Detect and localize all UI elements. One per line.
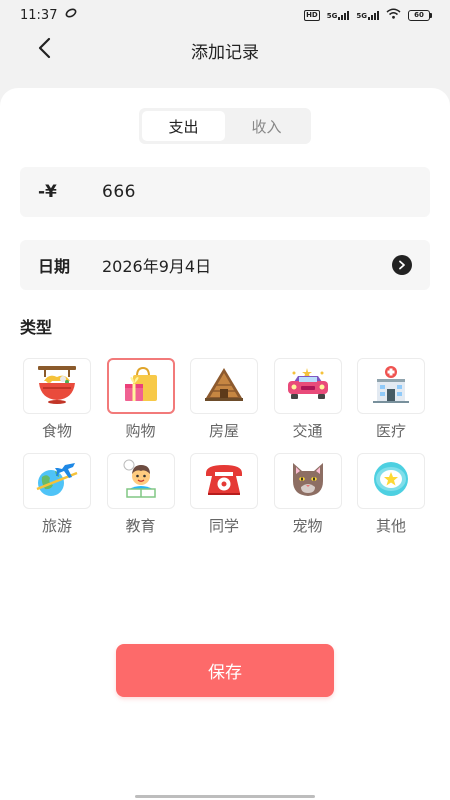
wifi-icon xyxy=(386,8,401,23)
category-classmate[interactable]: 同学 xyxy=(190,453,258,536)
date-label: 日期 xyxy=(38,257,71,276)
category-house[interactable]: 房屋 xyxy=(190,358,258,441)
cat-icon xyxy=(288,459,328,503)
category-box[interactable] xyxy=(106,453,175,509)
signal-label-2: 5G xyxy=(356,12,367,20)
header: 添加记录 xyxy=(0,30,450,70)
house-icon xyxy=(204,365,244,407)
category-box[interactable] xyxy=(357,358,425,414)
chevron-left-icon xyxy=(37,37,51,63)
save-button[interactable]: 保存 xyxy=(116,644,334,697)
category-pet[interactable]: 宠物 xyxy=(273,453,342,536)
form-card: 支出 收入 -¥ 666 日期 2026年9月4日 类型 食物 购物 房屋 交通… xyxy=(0,88,450,800)
date-value[interactable]: 2026年9月4日 xyxy=(102,253,392,277)
category-medical[interactable]: 医疗 xyxy=(357,358,425,441)
category-label: 同学 xyxy=(208,517,239,535)
shopping-bag-icon xyxy=(121,364,161,408)
category-label: 旅游 xyxy=(41,517,72,535)
category-travel[interactable]: 旅游 xyxy=(23,453,91,536)
car-icon xyxy=(285,366,331,406)
status-left: 11:37 xyxy=(20,7,77,23)
category-label: 购物 xyxy=(125,422,156,440)
category-box[interactable] xyxy=(357,453,425,509)
status-time: 11:37 xyxy=(20,7,58,23)
category-box[interactable] xyxy=(23,453,91,509)
category-box[interactable] xyxy=(273,358,342,414)
battery-icon: 60 xyxy=(408,9,432,21)
type-segment-control: 支出 收入 xyxy=(139,108,311,144)
tab-expense[interactable]: 支出 xyxy=(142,111,225,141)
category-label: 房屋 xyxy=(208,422,239,440)
tab-income[interactable]: 收入 xyxy=(225,111,308,141)
home-indicator[interactable] xyxy=(135,795,315,798)
student-icon xyxy=(121,459,161,503)
hd-badge: HD xyxy=(304,9,320,21)
category-food[interactable]: 食物 xyxy=(23,358,91,441)
category-grid: 食物 购物 房屋 交通 医疗 旅游 教育 同学 宠物 其他 xyxy=(23,358,429,536)
category-box[interactable] xyxy=(23,358,91,414)
signal-label: 5G xyxy=(326,12,338,20)
category-label: 食物 xyxy=(41,422,72,440)
category-box[interactable] xyxy=(190,358,258,414)
category-label: 交通 xyxy=(292,422,323,440)
category-label: 教育 xyxy=(125,517,156,535)
hospital-icon xyxy=(371,364,411,408)
page-title: 添加记录 xyxy=(191,42,259,63)
amount-prefix: -¥ xyxy=(38,182,57,202)
category-label: 其他 xyxy=(375,517,406,535)
signal-icon: 5G xyxy=(327,10,350,20)
back-button[interactable] xyxy=(30,36,58,64)
category-label: 宠物 xyxy=(292,517,323,535)
telephone-icon xyxy=(203,461,245,501)
category-shopping[interactable]: 购物 xyxy=(106,358,175,441)
category-box[interactable] xyxy=(190,453,258,509)
chevron-right-circle-icon[interactable] xyxy=(392,255,412,275)
status-bar: 11:37 HD 5G 5G 60 xyxy=(0,0,450,30)
category-label: 医疗 xyxy=(375,422,406,440)
category-education[interactable]: 教育 xyxy=(106,453,175,536)
category-transport[interactable]: 交通 xyxy=(273,358,342,441)
category-box[interactable] xyxy=(273,453,342,509)
category-section-title: 类型 xyxy=(20,318,53,337)
category-box[interactable] xyxy=(106,358,175,414)
signal-icon-2: 5G xyxy=(356,10,379,20)
travel-airplane-icon xyxy=(35,459,79,503)
status-right: HD 5G 5G 60 xyxy=(304,8,432,23)
battery-level: 60 xyxy=(408,9,430,21)
date-field[interactable]: 日期 2026年9月4日 xyxy=(20,240,430,290)
amount-field[interactable]: -¥ 666 xyxy=(20,167,430,217)
sync-icon xyxy=(65,7,77,23)
food-bowl-icon xyxy=(35,363,79,409)
category-other[interactable]: 其他 xyxy=(357,453,425,536)
star-badge-icon xyxy=(370,459,412,503)
amount-input[interactable]: 666 xyxy=(102,182,136,202)
